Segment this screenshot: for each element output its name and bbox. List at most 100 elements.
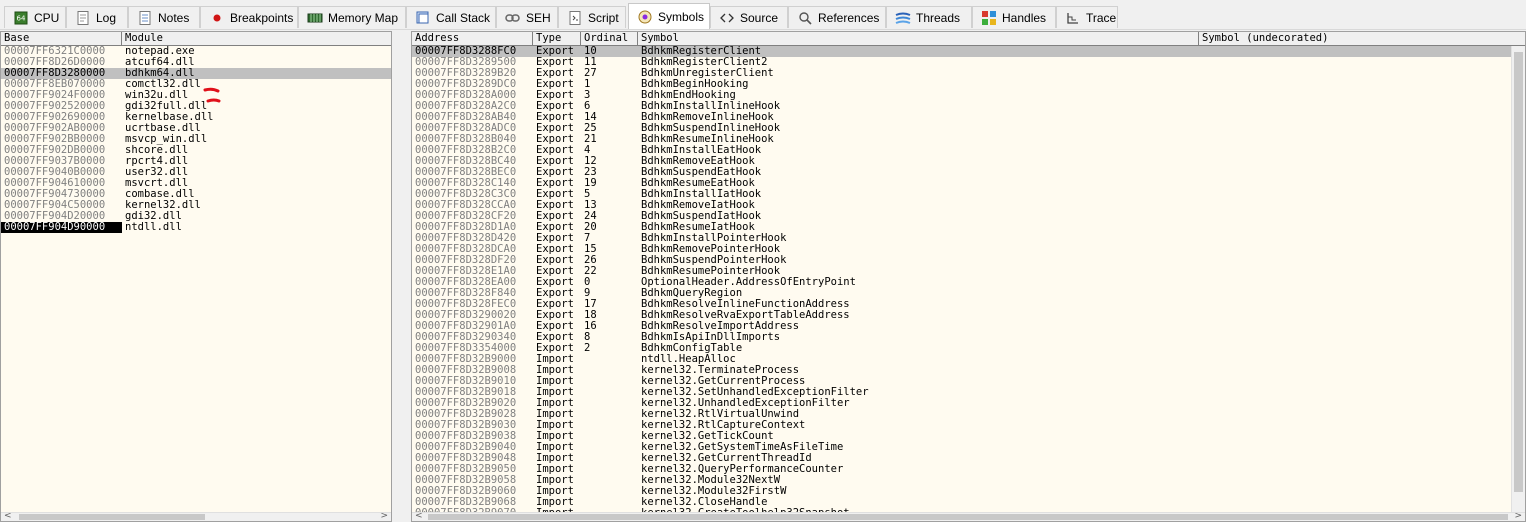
module-row[interactable]: 00007FF902DB0000 shcore.dll [1, 145, 391, 156]
symbol-row[interactable]: 00007FF8D3288FC0 Export 10 BdhkmRegisterCli… [412, 46, 1512, 57]
symbol-row[interactable]: 00007FF8D32B9028 Import kernel32.RtlVirtua… [412, 409, 1512, 420]
tab-handles[interactable]: Handles [972, 6, 1056, 28]
tab-symbols[interactable]: Symbols [628, 3, 710, 29]
symbol-row[interactable]: 00007FF8D328C3C0 Export 5 BdhkmInstallIatHo… [412, 189, 1512, 200]
symbol-row[interactable]: 00007FF8D3289DC0 Export 1 BdhkmBeginHooking [412, 79, 1512, 90]
module-row[interactable]: 00007FF8D3280000 bdhkm64.dll [1, 68, 391, 79]
module-row[interactable]: 00007FF904610000 msvcrt.dll [1, 178, 391, 189]
symbol-row[interactable]: 00007FF8D328AB40 Export 14 BdhkmRemoveInlin… [412, 112, 1512, 123]
column-header-address[interactable]: Address [412, 32, 533, 45]
scroll-left-arrow-icon[interactable]: < [4, 511, 12, 521]
symbol-row[interactable]: 00007FF8D32901A0 Export 16 BdhkmResolveImpo… [412, 321, 1512, 332]
symbol-row[interactable]: 00007FF8D328B2C0 Export 4 BdhkmInstallEatHo… [412, 145, 1512, 156]
symbol-row[interactable]: 00007FF8D328FEC0 Export 17 BdhkmResolveInli… [412, 299, 1512, 310]
symbols-vertical-scroll-thumb[interactable] [1514, 52, 1523, 492]
symbol-row[interactable]: 00007FF8D32B9040 Import kernel32.GetSystem… [412, 442, 1512, 453]
symbol-row[interactable]: 00007FF8D32B9038 Import kernel32.GetTickCo… [412, 431, 1512, 442]
symbol-row[interactable]: 00007FF8D328E1A0 Export 22 BdhkmResumePoint… [412, 266, 1512, 277]
symbol-row[interactable]: 00007FF8D328D420 Export 7 BdhkmInstallPoint… [412, 233, 1512, 244]
modules-list[interactable]: Base Module 00007FF6321C0000 notepad.exe 0… [0, 31, 392, 522]
module-row[interactable]: 00007FF904730000 combase.dll [1, 189, 391, 200]
scroll-right-arrow-icon[interactable]: > [1514, 511, 1522, 521]
module-row[interactable]: 00007FF904D90000 ntdll.dll [1, 222, 391, 233]
tab-threads[interactable]: Threads [886, 6, 972, 28]
symbol-row[interactable]: 00007FF8D32B9048 Import kernel32.GetCurren… [412, 453, 1512, 464]
symbol-row[interactable]: 00007FF8D328BC40 Export 12 BdhkmRemoveEatHo… [412, 156, 1512, 167]
symbol-row[interactable]: 00007FF8D32B9058 Import kernel32.Module32N… [412, 475, 1512, 486]
module-row[interactable]: 00007FF904C50000 kernel32.dll [1, 200, 391, 211]
symbol-row[interactable]: 00007FF8D32B9010 Import kernel32.GetCurren… [412, 376, 1512, 387]
symbol-row[interactable]: 00007FF8D328BEC0 Export 23 BdhkmSuspendEatH… [412, 167, 1512, 178]
module-name: gdi32full.dll [125, 101, 208, 112]
tab-seh[interactable]: SEH [496, 6, 558, 28]
symbols-horizontal-scrollbar[interactable]: < > [412, 511, 1525, 521]
module-row[interactable]: 00007FF8EB070000 comctl32.dll [1, 79, 391, 90]
symbol-row[interactable]: 00007FF8D32B9018 Import kernel32.SetUnhand… [412, 387, 1512, 398]
symbols-list[interactable]: Address Type Ordinal Symbol Symbol (unde… [411, 31, 1526, 522]
module-row[interactable]: 00007FF8D26D0000 atcuf64.dll [1, 57, 391, 68]
tab-breakpoints[interactable]: Breakpoints [200, 6, 298, 28]
column-header-symbol-undecorated[interactable]: Symbol (undecorated) [1199, 32, 1525, 45]
symbol-row[interactable]: 00007FF8D32B9060 Import kernel32.Module32F… [412, 486, 1512, 497]
symbol-type: Export [536, 299, 574, 310]
module-row[interactable]: 00007FF902690000 kernelbase.dll [1, 112, 391, 123]
symbol-row[interactable]: 00007FF8D32B9020 Import kernel32.Unhandled… [412, 398, 1512, 409]
scroll-left-arrow-icon[interactable]: < [415, 511, 423, 521]
tab-source[interactable]: Source [710, 6, 788, 28]
cpu-chip-icon: 64 [13, 10, 29, 26]
symbol-row[interactable]: 00007FF8D328B040 Export 21 BdhkmResumeInlin… [412, 134, 1512, 145]
symbols-scroll-thumb[interactable] [428, 514, 1508, 520]
module-row[interactable]: 00007FF9040B0000 user32.dll [1, 167, 391, 178]
symbol-row[interactable]: 00007FF8D3289500 Export 11 BdhkmRegisterCli… [412, 57, 1512, 68]
symbol-row[interactable]: 00007FF8D328D1A0 Export 20 BdhkmResumeIatHo… [412, 222, 1512, 233]
column-header-ordinal[interactable]: Ordinal [581, 32, 638, 45]
pane-splitter[interactable] [392, 31, 411, 522]
symbol-row[interactable]: 00007FF8D328A000 Export 3 BdhkmEndHooking [412, 90, 1512, 101]
symbol-row[interactable]: 00007FF8D3290340 Export 8 BdhkmIsApiInDllIm… [412, 332, 1512, 343]
module-row[interactable]: 00007FF9037B0000 rpcrt4.dll [1, 156, 391, 167]
symbol-row[interactable]: 00007FF8D328CF20 Export 24 BdhkmSuspendIatH… [412, 211, 1512, 222]
symbol-type: Export [536, 321, 574, 332]
column-header-base[interactable]: Base [1, 32, 122, 45]
scroll-right-arrow-icon[interactable]: > [380, 511, 388, 521]
symbol-row[interactable]: 00007FF8D32B9030 Import kernel32.RtlCaptur… [412, 420, 1512, 431]
symbol-address: 00007FF8D32B9018 [415, 387, 517, 398]
symbol-row[interactable]: 00007FF8D3289B20 Export 27 BdhkmUnregisterC… [412, 68, 1512, 79]
module-row[interactable]: 00007FF902AB0000 ucrtbase.dll [1, 123, 391, 134]
tab-cpu[interactable]: 64 CPU [4, 6, 66, 28]
symbol-row[interactable]: 00007FF8D328EA00 Export 0 OptionalHeader.Ad… [412, 277, 1512, 288]
symbol-row[interactable]: 00007FF8D32B9068 Import kernel32.CloseHand… [412, 497, 1512, 508]
tab-script[interactable]: Script [558, 6, 626, 28]
symbol-row[interactable]: 00007FF8D3354000 Export 2 BdhkmConfigTable [412, 343, 1512, 354]
column-header-module[interactable]: Module [122, 32, 391, 45]
module-row[interactable]: 00007FF902BB0000 msvcp_win.dll [1, 134, 391, 145]
symbols-icon [637, 9, 653, 25]
tab-references[interactable]: References [788, 6, 886, 28]
symbol-row[interactable]: 00007FF8D328CCA0 Export 13 BdhkmRemoveIatHo… [412, 200, 1512, 211]
symbol-row[interactable]: 00007FF8D328ADC0 Export 25 BdhkmSuspendInli… [412, 123, 1512, 134]
symbol-row[interactable]: 00007FF8D328A2C0 Export 6 BdhkmInstallInlin… [412, 101, 1512, 112]
symbol-undecorated [1199, 134, 1512, 145]
symbol-row[interactable]: 00007FF8D328DCA0 Export 15 BdhkmRemovePoint… [412, 244, 1512, 255]
column-header-symbol[interactable]: Symbol [638, 32, 1199, 45]
tab-memory-map[interactable]: Memory Map [298, 6, 406, 28]
module-row[interactable]: 00007FF904D20000 gdi32.dll [1, 211, 391, 222]
tab-trace[interactable]: Trace [1056, 6, 1118, 28]
column-header-type[interactable]: Type [533, 32, 581, 45]
symbol-row[interactable]: 00007FF8D328F840 Export 9 BdhkmQueryRegion [412, 288, 1512, 299]
module-row[interactable]: 00007FF902520000 gdi32full.dll [1, 101, 391, 112]
tab-notes[interactable]: Notes [128, 6, 200, 28]
symbol-row[interactable]: 00007FF8D328C140 Export 19 BdhkmResumeEatHo… [412, 178, 1512, 189]
modules-horizontal-scrollbar[interactable]: < > [1, 511, 391, 521]
tab-call-stack[interactable]: Call Stack [406, 6, 496, 28]
symbols-vertical-scrollbar[interactable] [1511, 46, 1525, 513]
symbol-row[interactable]: 00007FF8D32B9000 Import ntdll.HeapAlloc [412, 354, 1512, 365]
module-row[interactable]: 00007FF9024F0000 win32u.dll [1, 90, 391, 101]
module-row[interactable]: 00007FF6321C0000 notepad.exe [1, 46, 391, 57]
symbol-row[interactable]: 00007FF8D328DF20 Export 26 BdhkmSuspendPoin… [412, 255, 1512, 266]
symbol-row[interactable]: 00007FF8D3290020 Export 18 BdhkmResolveRvaE… [412, 310, 1512, 321]
symbol-row[interactable]: 00007FF8D32B9050 Import kernel32.QueryPerf… [412, 464, 1512, 475]
modules-scroll-thumb[interactable] [19, 514, 205, 520]
symbol-row[interactable]: 00007FF8D32B9008 Import kernel32.Terminate… [412, 365, 1512, 376]
tab-log[interactable]: Log [66, 6, 128, 28]
